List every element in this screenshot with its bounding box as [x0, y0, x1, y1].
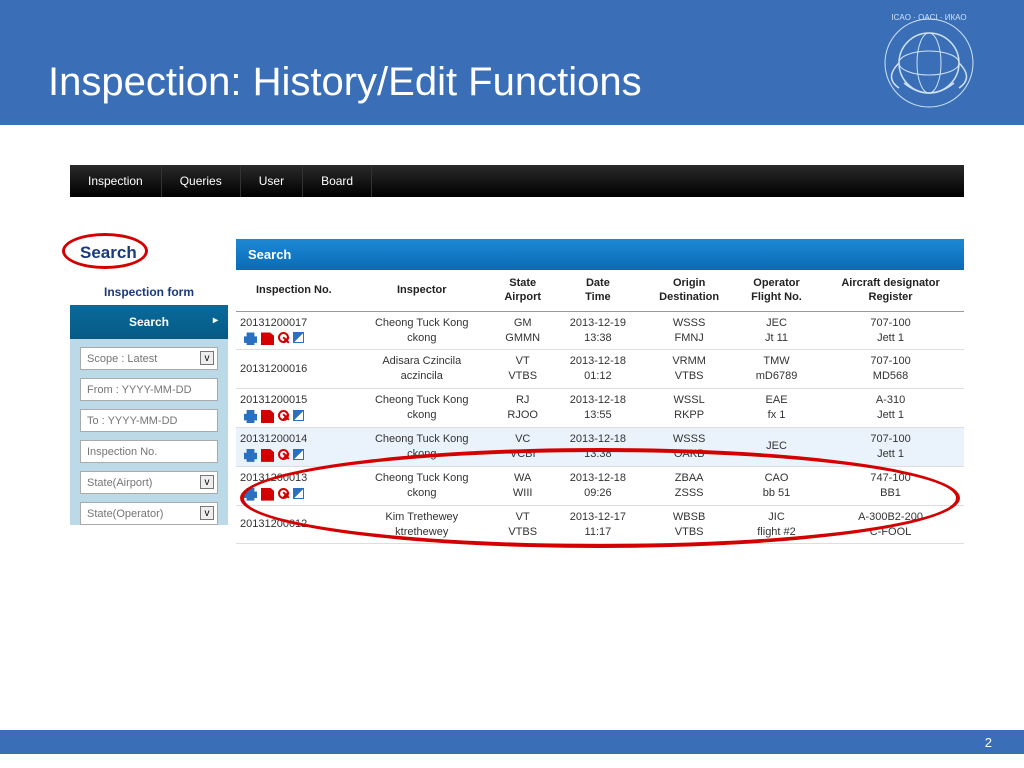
menu-queries[interactable]: Queries: [162, 165, 241, 197]
cell-state-airport: GMGMMN: [492, 311, 554, 350]
icao-logo: ICAO · OACI · ИКАО: [874, 8, 984, 118]
cell-state-airport: RJRJOO: [492, 389, 554, 428]
cell-operator-flight: JICflight #2: [736, 505, 817, 544]
state-operator-select[interactable]: [80, 502, 218, 525]
col-operator-flight: OperatorFlight No.: [736, 270, 817, 311]
print-icon[interactable]: [244, 332, 257, 345]
cell-aircraft-register: 707-100Jett 1: [817, 311, 964, 350]
print-icon[interactable]: [244, 410, 257, 423]
cell-aircraft-register: 747-100BB1: [817, 466, 964, 505]
scope-select[interactable]: [80, 347, 218, 370]
print-icon[interactable]: [244, 488, 257, 501]
from-date-input[interactable]: [80, 378, 218, 401]
cell-inspector: Kim Tretheweyktrethewey: [352, 505, 492, 544]
svg-text:ICAO · OACI · ИКАО: ICAO · OACI · ИКАО: [891, 13, 966, 22]
delete-icon[interactable]: [278, 449, 289, 460]
cell-inspector: Cheong Tuck Kongckong: [352, 389, 492, 428]
pdf-icon[interactable]: [261, 449, 274, 462]
cell-operator-flight: TMWmD6789: [736, 350, 817, 389]
col-inspection-no: Inspection No.: [236, 270, 352, 311]
page-number: 2: [985, 735, 992, 750]
cell-inspector: Cheong Tuck Kongckong: [352, 466, 492, 505]
cell-inspector: Cheong Tuck Kongckong: [352, 427, 492, 466]
cell-state-airport: WAWIII: [492, 466, 554, 505]
inspection-form-label: Inspection form: [70, 285, 228, 299]
cell-state-airport: VCVCBI: [492, 427, 554, 466]
menu-board[interactable]: Board: [303, 165, 372, 197]
cell-inspector: Cheong Tuck Kongckong: [352, 311, 492, 350]
cell-origin-dest: WSSSFMNJ: [642, 311, 736, 350]
results-panel: Search Inspection No. Inspector StateAir…: [236, 239, 964, 544]
state-airport-select[interactable]: [80, 471, 218, 494]
cell-date-time: 2013-12-1913:38: [554, 311, 643, 350]
table-row[interactable]: 20131200017Cheong Tuck KongckongGMGMMN20…: [236, 311, 964, 350]
edit-icon[interactable]: [293, 332, 304, 343]
cell-inspection-no: 20131200012: [236, 505, 352, 544]
chevron-down-icon: v: [200, 506, 214, 520]
cell-date-time: 2013-12-1809:26: [554, 466, 643, 505]
cell-inspection-no: 20131200014: [236, 427, 352, 466]
cell-aircraft-register: 707-100Jett 1: [817, 427, 964, 466]
cell-origin-dest: VRMMVTBS: [642, 350, 736, 389]
menu-user[interactable]: User: [241, 165, 303, 197]
table-row[interactable]: 20131200014Cheong Tuck KongckongVCVCBI20…: [236, 427, 964, 466]
delete-icon[interactable]: [278, 410, 289, 421]
results-table: Inspection No. Inspector StateAirport Da…: [236, 270, 964, 544]
cell-inspection-no: 20131200015: [236, 389, 352, 428]
app-menubar: Inspection Queries User Board: [70, 165, 964, 197]
inspection-no-input[interactable]: [80, 440, 218, 463]
col-date-time: DateTime: [554, 270, 643, 311]
slide-title: Inspection: History/Edit Functions: [48, 60, 642, 105]
to-date-input[interactable]: [80, 409, 218, 432]
delete-icon[interactable]: [278, 488, 289, 499]
cell-origin-dest: WBSBVTBS: [642, 505, 736, 544]
cell-date-time: 2013-12-1813:55: [554, 389, 643, 428]
cell-origin-dest: ZBAAZSSS: [642, 466, 736, 505]
col-origin-dest: OriginDestination: [642, 270, 736, 311]
annotation-circle-search: [62, 233, 148, 269]
slide-banner: Inspection: History/Edit Functions ICAO …: [0, 0, 1024, 125]
pdf-icon[interactable]: [261, 332, 274, 345]
pdf-icon[interactable]: [261, 410, 274, 423]
cell-state-airport: VTVTBS: [492, 350, 554, 389]
table-row[interactable]: 20131200012Kim TretheweyktretheweyVTVTBS…: [236, 505, 964, 544]
cell-origin-dest: WSSLRKPP: [642, 389, 736, 428]
table-row[interactable]: 20131200016Adisara CzincilaaczincilaVTVT…: [236, 350, 964, 389]
footer-bar: [0, 730, 1024, 754]
edit-icon[interactable]: [293, 410, 304, 421]
cell-date-time: 2013-12-1711:17: [554, 505, 643, 544]
edit-icon[interactable]: [293, 488, 304, 499]
col-state-airport: StateAirport: [492, 270, 554, 311]
delete-icon[interactable]: [278, 332, 289, 343]
edit-icon[interactable]: [293, 449, 304, 460]
pdf-icon[interactable]: [261, 488, 274, 501]
cell-aircraft-register: 707-100MD568: [817, 350, 964, 389]
cell-date-time: 2013-12-1813:38: [554, 427, 643, 466]
col-inspector: Inspector: [352, 270, 492, 311]
search-sidebar: Search Inspection form Search v v v: [70, 239, 228, 544]
cell-aircraft-register: A-300B2-200C-FOOL: [817, 505, 964, 544]
cell-state-airport: VTVTBS: [492, 505, 554, 544]
cell-date-time: 2013-12-1801:12: [554, 350, 643, 389]
results-header: Search: [236, 239, 964, 270]
col-aircraft-register: Aircraft designatorRegister: [817, 270, 964, 311]
table-row[interactable]: 20131200015Cheong Tuck KongckongRJRJOO20…: [236, 389, 964, 428]
cell-origin-dest: WSSSOAKB: [642, 427, 736, 466]
cell-inspector: Adisara Czincilaaczincila: [352, 350, 492, 389]
table-row[interactable]: 20131200013Cheong Tuck KongckongWAWIII20…: [236, 466, 964, 505]
cell-operator-flight: JEC: [736, 427, 817, 466]
chevron-down-icon: v: [200, 351, 214, 365]
cell-inspection-no: 20131200016: [236, 350, 352, 389]
cell-operator-flight: CAObb 51: [736, 466, 817, 505]
print-icon[interactable]: [244, 449, 257, 462]
cell-operator-flight: EAEfx 1: [736, 389, 817, 428]
chevron-down-icon: v: [200, 475, 214, 489]
menu-inspection[interactable]: Inspection: [70, 165, 162, 197]
cell-inspection-no: 20131200013: [236, 466, 352, 505]
cell-inspection-no: 20131200017: [236, 311, 352, 350]
cell-operator-flight: JECJt 11: [736, 311, 817, 350]
sidebar-search-heading: Search: [70, 239, 147, 267]
cell-aircraft-register: A-310Jett 1: [817, 389, 964, 428]
search-expand-button[interactable]: Search: [70, 305, 228, 339]
